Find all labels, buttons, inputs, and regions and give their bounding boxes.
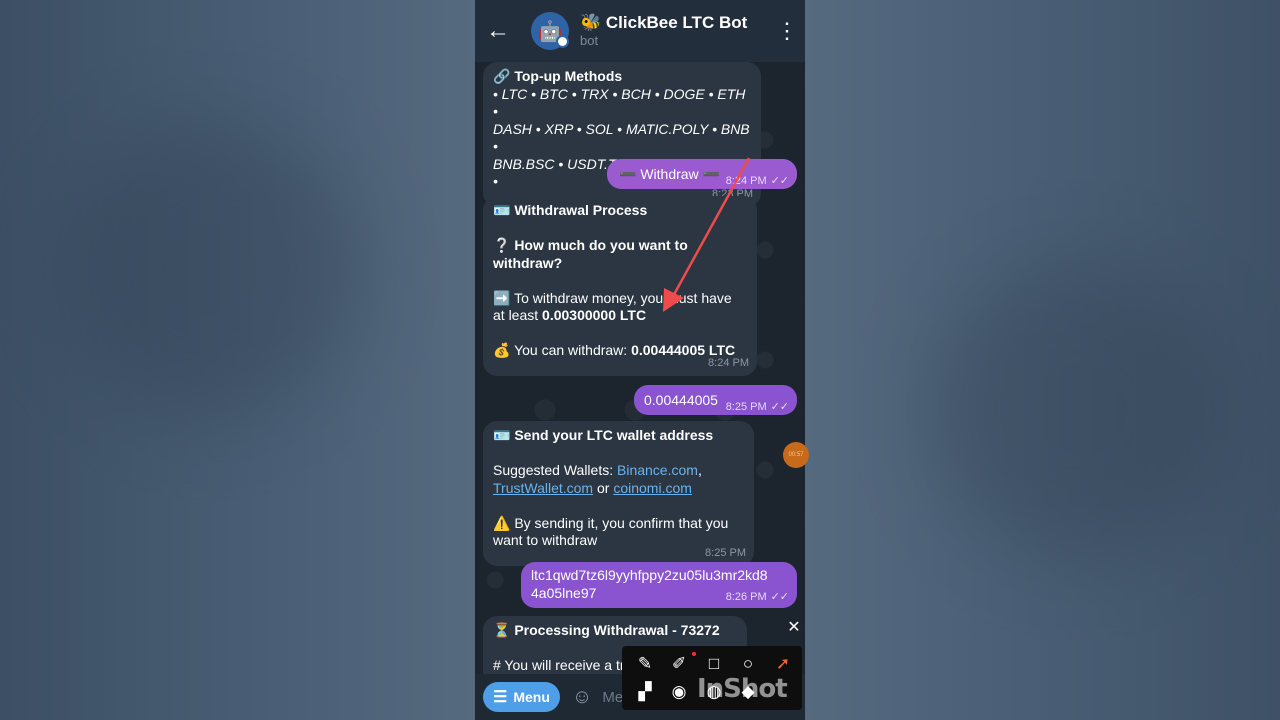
message-heading: 🪪 Withdrawal Process <box>493 202 648 218</box>
back-arrow-icon[interactable]: ← <box>475 17 521 45</box>
message-time: 8:26 PM <box>725 590 767 603</box>
link-coinomi[interactable]: coinomi.com <box>613 480 692 496</box>
bot-avatar[interactable]: 🤖 <box>531 12 569 50</box>
message-time: 8:24 PM <box>708 357 749 369</box>
message-text: or <box>593 479 614 496</box>
smiley-icon[interactable]: ☺ <box>572 686 592 709</box>
message-withdrawal-process: 🪪 Withdrawal Process ❔ How much do you w… <box>483 196 757 376</box>
message-line: • LTC • BTC • TRX • BCH • DOGE • ETH • <box>493 85 746 120</box>
message-line: ➡️ To withdraw money, you must have <box>493 289 732 306</box>
message-text: , <box>697 462 702 478</box>
chat-title: 🐝 ClickBee LTC Bot <box>580 13 748 32</box>
double-check-icon: ✓✓ <box>770 590 789 603</box>
active-dot <box>692 652 696 656</box>
camera-icon[interactable]: ◉ <box>668 681 690 703</box>
message-heading: Top-up Methods <box>514 68 623 84</box>
message-line: ❔ How much do you want to <box>493 237 688 253</box>
message-text: at least <box>493 307 543 323</box>
message-text: 0.00444005 <box>644 392 718 408</box>
close-icon[interactable]: ✕ <box>784 617 804 639</box>
message-wallet-address-out[interactable]: ltc1qwd7tz6l9yyhfppy2zu05lu3mr2kd8 4a05l… <box>521 562 797 608</box>
message-heading: 🪪 Send your LTC wallet address <box>493 427 714 443</box>
message-text: Suggested Wallets: <box>493 462 617 478</box>
message-time: 8:24 PM <box>725 175 767 187</box>
link-trustwallet[interactable]: TrustWallet.com <box>493 480 593 496</box>
arrow-icon[interactable]: ➚ <box>772 653 794 675</box>
message-time: 8:25 PM <box>705 547 746 559</box>
telegram-chat-screen: ← 🤖 🐝 ClickBee LTC Bot bot ⋮ 🔗 Top-up Me… <box>475 0 805 720</box>
floating-recorder-bubble[interactable]: 00:57 <box>783 442 809 468</box>
square-icon[interactable]: □ <box>703 653 725 675</box>
more-vert-icon[interactable]: ⋮ <box>769 18 805 44</box>
min-withdraw-value: 0.00300000 LTC <box>542 307 647 323</box>
message-text: 💰 You can withdraw: <box>493 342 632 358</box>
double-check-icon: ✓✓ <box>770 401 789 413</box>
double-check-icon: ✓✓ <box>770 175 789 187</box>
message-line: ltc1qwd7tz6l9yyhfppy2zu05lu3mr2kd8 <box>531 567 768 583</box>
message-line: withdraw? <box>493 254 563 271</box>
message-time: 8:25 PM <box>725 401 767 413</box>
chat-header: ← 🤖 🐝 ClickBee LTC Bot bot ⋮ <box>475 0 805 62</box>
message-send-wallet: 🪪 Send your LTC wallet address Suggested… <box>483 421 754 566</box>
message-line: ⚠️ By sending it, you confirm that you <box>493 514 729 531</box>
background-blur <box>60 120 360 420</box>
mosaic-icon[interactable]: ▞ <box>634 681 656 703</box>
pen-icon[interactable]: ✎ <box>634 653 656 675</box>
link-icon: 🔗 <box>493 68 515 84</box>
message-heading: ⏳ Processing Withdrawal - 73272 <box>493 622 720 638</box>
chat-titles[interactable]: 🐝 ClickBee LTC Bot bot <box>580 13 769 49</box>
bot-menu-button[interactable]: ☰ Menu <box>483 682 560 712</box>
message-input[interactable]: Me <box>602 689 623 706</box>
message-amount-out[interactable]: 0.00444005 8:25 PM ✓✓ <box>634 385 797 415</box>
hamburger-icon: ☰ <box>493 689 508 706</box>
link-binance[interactable]: Binance.com <box>617 462 698 478</box>
inshot-watermark: InShot <box>697 674 788 704</box>
message-line: DASH • XRP • SOL • MATIC.POLY • BNB • <box>493 120 750 155</box>
menu-label: Menu <box>513 689 550 705</box>
online-dot <box>556 35 569 48</box>
circle-icon[interactable]: ○ <box>737 653 759 675</box>
message-text: ➖ Withdraw ➖ <box>619 166 720 182</box>
background-blur <box>930 260 1230 560</box>
chat-subtitle: bot <box>580 33 599 48</box>
marker-icon[interactable]: ✐ <box>668 653 690 675</box>
message-withdraw-out[interactable]: ➖ Withdraw ➖ 8:24 PM ✓✓ <box>607 159 797 189</box>
